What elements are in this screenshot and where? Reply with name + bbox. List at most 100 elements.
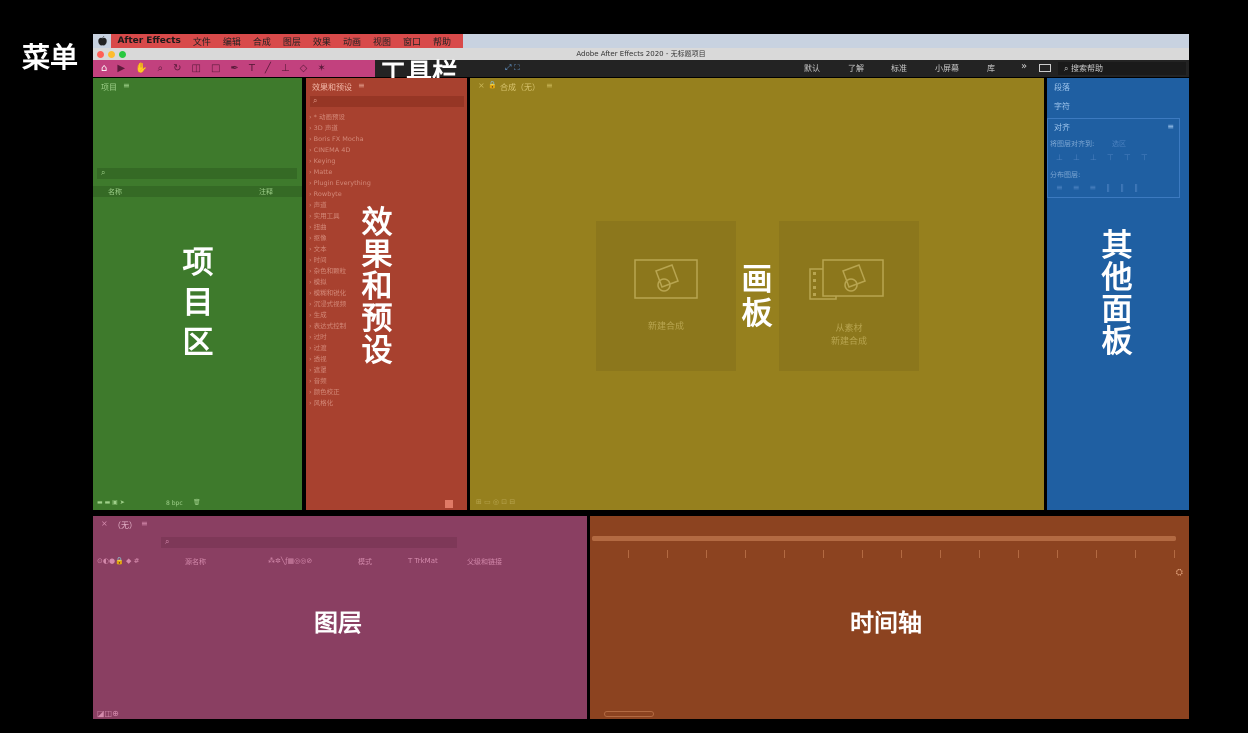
menu-layer[interactable]: 图层: [283, 35, 301, 48]
menu-window[interactable]: 窗口: [403, 35, 421, 48]
layer-switches-icon[interactable]: ⊙◐●🔒 ◆ #: [97, 557, 140, 565]
lock-icon[interactable]: 🔒: [488, 81, 497, 89]
search-help-placeholder: 搜索帮助: [1071, 64, 1104, 73]
menu-annotation: 菜单: [22, 41, 79, 74]
project-col-name[interactable]: 名称: [108, 187, 122, 197]
effects-tab[interactable]: 效果和预设: [312, 82, 352, 93]
zoom-tool-icon[interactable]: ⌕: [158, 63, 164, 74]
new-composition-card[interactable]: 新建合成: [596, 221, 736, 371]
workspace-standard[interactable]: 标准: [891, 63, 907, 74]
work-area-bar[interactable]: [592, 536, 1176, 541]
zoom-slider[interactable]: [604, 711, 654, 717]
layer-flags-icon[interactable]: ⁂✲╲ƒ▦◎◎⊘: [268, 557, 312, 565]
menu-help[interactable]: 帮助: [433, 35, 451, 48]
panel-menu-icon[interactable]: ≡: [358, 81, 365, 90]
time-ruler[interactable]: [590, 550, 1189, 558]
effects-list-item[interactable]: › 风格化: [309, 398, 371, 409]
trash-icon[interactable]: 🗑: [193, 499, 201, 506]
layers-col-trkmat[interactable]: T TrkMat: [408, 557, 438, 565]
panel-menu-icon[interactable]: ≡: [141, 519, 148, 528]
snap-icon[interactable]: ⤢ ⛶: [505, 63, 520, 73]
layers-search-input[interactable]: ⌕: [161, 537, 457, 548]
puppet-tool-icon[interactable]: ✶: [317, 63, 325, 74]
panel-menu-icon[interactable]: ≡: [546, 81, 553, 90]
timeline-annotation: 时间轴: [850, 609, 922, 637]
effects-list-item[interactable]: › * 动画预设: [309, 112, 371, 123]
panel-menu-icon[interactable]: ≡: [123, 81, 130, 90]
paragraph-panel-tab[interactable]: 段落: [1054, 82, 1070, 93]
toolbar: ⌂ ▶ ✋ ⌕ ↻ ◫ □ ✒ T ╱ ⊥ ◇ ✶ ⤢ ⛶ 默认 了解 标准 小…: [93, 60, 1189, 77]
search-help-field[interactable]: ⌕ 搜索帮助: [1058, 62, 1186, 75]
new-composition-label: 新建合成: [647, 322, 684, 332]
timeline-comp-tab[interactable]: （无）: [113, 520, 137, 531]
effects-list-item[interactable]: › CINEMA 4D: [309, 145, 371, 156]
search-icon: ⌕: [1064, 64, 1072, 73]
workspace-small-screen[interactable]: 小屏幕: [935, 63, 959, 74]
pen-tool-icon[interactable]: ✒: [230, 63, 238, 74]
composition-footer-controls-icon[interactable]: ⊞ ▭ ◎ ⊡ ⊟: [476, 498, 515, 506]
menu-edit[interactable]: 编辑: [223, 35, 241, 48]
workspace-switch-icon[interactable]: [1039, 64, 1051, 72]
menu-animation[interactable]: 动画: [343, 35, 361, 48]
bpc-label[interactable]: 8 bpc: [166, 500, 183, 507]
project-search-input[interactable]: ⌕: [97, 168, 297, 179]
shape-tool-icon[interactable]: □: [211, 63, 220, 74]
layers-col-mode[interactable]: 模式: [358, 557, 372, 567]
hand-tool-icon[interactable]: ✋: [135, 63, 147, 74]
effects-list-item[interactable]: › Keying: [309, 156, 371, 167]
align-buttons-icon[interactable]: ⊥⊥⊥⊤⊤⊤: [1056, 153, 1158, 162]
new-composition-icon: [634, 259, 698, 299]
eraser-tool-icon[interactable]: ◇: [300, 63, 308, 74]
workspace-default[interactable]: 默认: [804, 63, 820, 74]
distribute-buttons-icon[interactable]: ≡≡≡‖‖‖: [1056, 183, 1148, 192]
workspace-learn[interactable]: 了解: [848, 63, 864, 74]
apple-icon[interactable]: [93, 34, 112, 48]
align-to-select[interactable]: 选区: [1112, 139, 1126, 149]
brush-tool-icon[interactable]: ╱: [265, 63, 271, 74]
window-title: Adobe After Effects 2020 - 无标题项目: [576, 50, 706, 58]
layers-annotation: 图层: [314, 609, 362, 637]
new-preset-icon[interactable]: [445, 500, 453, 508]
effects-list-item[interactable]: › Plugin Everything: [309, 178, 371, 189]
workspace-library[interactable]: 库: [987, 63, 995, 74]
new-folder-icon[interactable]: ▬ ▬ ▣ ➤: [97, 499, 125, 506]
layers-footer-icons[interactable]: ◪◫⊕: [97, 709, 119, 718]
rotate-tool-icon[interactable]: ↻: [173, 63, 181, 74]
effects-list-item[interactable]: › Matte: [309, 167, 371, 178]
effects-list-item[interactable]: › Boris FX Mocha: [309, 134, 371, 145]
effects-search-input[interactable]: ⌕: [310, 96, 464, 107]
effects-list-item[interactable]: › Rowbyte: [309, 189, 371, 200]
close-tab-icon[interactable]: ×: [478, 81, 485, 90]
new-composition-label: 新建合成: [830, 337, 867, 347]
layers-col-source-name[interactable]: 源名称: [185, 557, 206, 567]
effects-list-item[interactable]: › 颜色校正: [309, 387, 371, 398]
type-tool-icon[interactable]: T: [249, 63, 255, 74]
panel-menu-icon[interactable]: ≡: [1167, 122, 1174, 131]
project-col-comment[interactable]: 注释: [259, 187, 273, 197]
effects-list-item[interactable]: › 音频: [309, 376, 371, 387]
more-workspaces-icon[interactable]: »: [1021, 61, 1027, 72]
layers-column-header: ⊙◐●🔒 ◆ # 源名称 ⁂✲╲ƒ▦◎◎⊘ 模式 T TrkMat 父级和链接: [93, 556, 587, 567]
project-footer: ▬ ▬ ▣ ➤ 8 bpc 🗑: [93, 498, 302, 510]
layers-col-parent[interactable]: 父级和链接: [467, 557, 502, 567]
playhead-icon[interactable]: ⛭: [1176, 568, 1183, 578]
camera-tool-icon[interactable]: ◫: [192, 63, 201, 74]
menu-effect[interactable]: 效果: [313, 35, 331, 48]
composition-tab[interactable]: 合成（无）: [500, 82, 540, 93]
selection-tool-icon[interactable]: ▶: [117, 63, 125, 74]
align-panel: 对齐 ≡ 将图层对齐到: 选区 ⊥⊥⊥⊤⊤⊤ 分布图层: ≡≡≡‖‖‖: [1047, 118, 1180, 198]
character-panel-tab[interactable]: 字符: [1054, 101, 1070, 112]
menu-composition[interactable]: 合成: [253, 35, 271, 48]
menu-view[interactable]: 视图: [373, 35, 391, 48]
menu-file[interactable]: 文件: [193, 35, 211, 48]
close-tab-icon[interactable]: ×: [101, 519, 108, 528]
menu-app-name[interactable]: After Effects: [117, 36, 180, 46]
project-tab[interactable]: 项目: [101, 82, 117, 93]
align-panel-tab[interactable]: 对齐: [1054, 122, 1070, 133]
effects-list-item[interactable]: › 3D 声道: [309, 123, 371, 134]
stamp-tool-icon[interactable]: ⊥: [281, 63, 290, 74]
other-panels-annotation: 其他面板: [1101, 228, 1133, 360]
new-composition-from-footage-card[interactable]: 从素材 新建合成: [779, 221, 919, 371]
distribute-label: 分布图层:: [1050, 171, 1081, 179]
home-icon[interactable]: ⌂: [101, 63, 107, 74]
